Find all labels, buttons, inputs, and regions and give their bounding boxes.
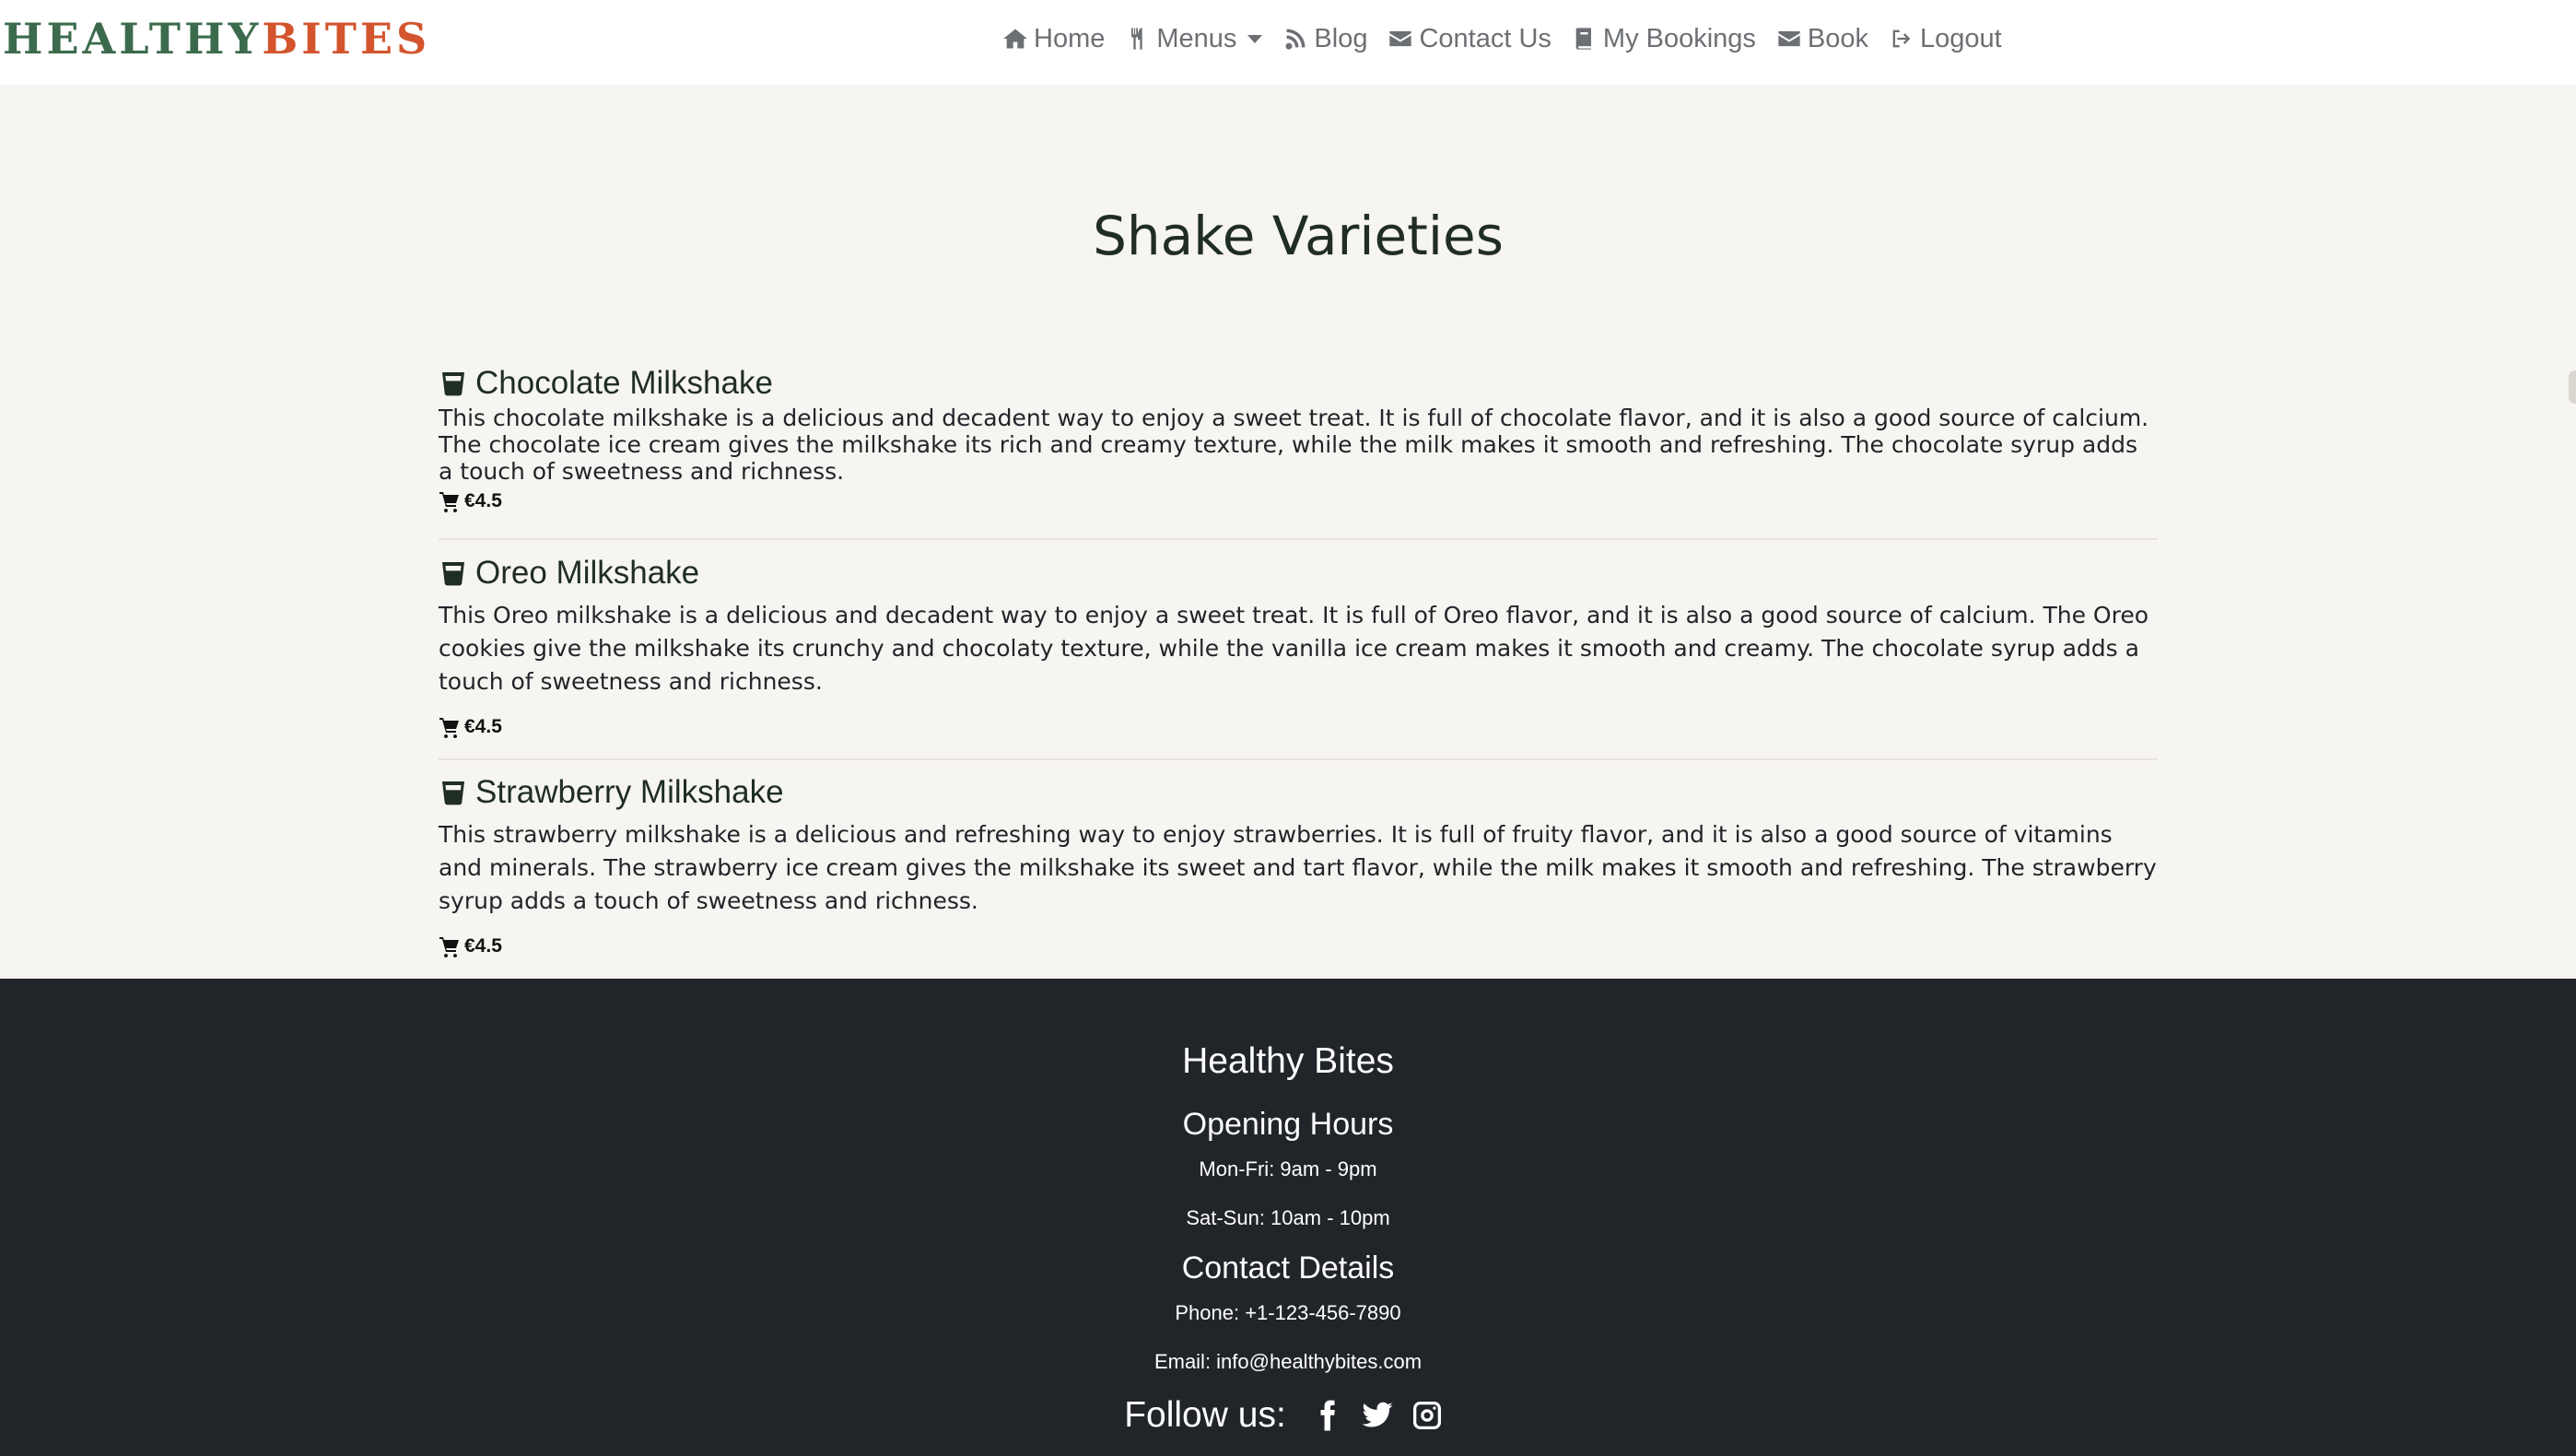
item-divider bbox=[439, 538, 2158, 540]
cart-icon bbox=[439, 937, 459, 957]
contact-email: Email: info@healthybites.com bbox=[1153, 1350, 1423, 1373]
menu-item: Oreo Milkshake This Oreo milkshake is a … bbox=[439, 553, 2158, 741]
follow-us: Follow us: bbox=[0, 1395, 2576, 1436]
book-icon bbox=[1575, 28, 1591, 50]
menu-item-price: €4.5 bbox=[439, 487, 2158, 515]
item-divider bbox=[439, 758, 2158, 760]
nav-book[interactable]: Book bbox=[1776, 13, 1868, 65]
sign-out-icon bbox=[1892, 29, 1911, 48]
follow-us-label: Follow us: bbox=[1124, 1395, 1286, 1435]
chevron-down-icon bbox=[1247, 34, 1263, 43]
price-value: €4.5 bbox=[464, 716, 502, 737]
main-nav: Home Menus Blog Contact Us My Bookings B… bbox=[1002, 13, 2022, 65]
envelope-icon bbox=[1389, 30, 1412, 47]
glass-icon bbox=[442, 781, 464, 805]
menu-item: Strawberry Milkshake This strawberry mil… bbox=[439, 772, 2158, 960]
home-icon bbox=[1003, 29, 1027, 49]
menu-item-header: Strawberry Milkshake bbox=[439, 772, 2158, 813]
menu-item-price: €4.5 bbox=[439, 713, 2158, 741]
hours-weekday: Mon-Fri: 9am - 9pm bbox=[1199, 1157, 1377, 1180]
blog-icon bbox=[1285, 29, 1306, 50]
instagram-icon[interactable] bbox=[1411, 1399, 1444, 1432]
facebook-icon[interactable] bbox=[1311, 1399, 1344, 1432]
menu-item-name: Oreo Milkshake bbox=[475, 555, 700, 591]
nav-home-label: Home bbox=[1034, 23, 1106, 53]
glass-icon bbox=[442, 562, 464, 586]
brand-part-bites: BITES bbox=[262, 14, 431, 64]
nav-blog[interactable]: Blog bbox=[1282, 13, 1367, 65]
twitter-icon[interactable] bbox=[1361, 1399, 1394, 1432]
footer-title: Healthy Bites bbox=[1182, 1041, 1394, 1081]
menu-item-name: Strawberry Milkshake bbox=[475, 774, 784, 810]
hours-weekend: Sat-Sun: 10am - 10pm bbox=[1186, 1206, 1390, 1229]
nav-book-label: Book bbox=[1807, 23, 1869, 53]
contact-phone: Phone: +1-123-456-7890 bbox=[1175, 1301, 1401, 1324]
nav-contact[interactable]: Contact Us bbox=[1388, 13, 1551, 65]
menu-item-header: Oreo Milkshake bbox=[439, 553, 2158, 593]
glass-icon bbox=[442, 372, 464, 396]
navbar: HEALTHYBITES Home Menus Blog Contact Us … bbox=[0, 0, 2576, 85]
menu-item-description: This chocolate milkshake is a delicious … bbox=[439, 405, 2149, 485]
nav-menus-dropdown[interactable]: Menus bbox=[1125, 13, 1263, 65]
nav-home[interactable]: Home bbox=[1002, 13, 1105, 65]
envelope-icon bbox=[1778, 30, 1800, 47]
nav-contact-label: Contact Us bbox=[1419, 23, 1551, 53]
cart-icon bbox=[439, 492, 459, 512]
contact-details-heading: Contact Details bbox=[1181, 1251, 1395, 1286]
nav-my-bookings[interactable]: My Bookings bbox=[1572, 13, 1756, 65]
menu-item-header: Chocolate Milkshake bbox=[439, 363, 2158, 404]
price-value: €4.5 bbox=[464, 935, 502, 957]
cart-icon bbox=[439, 718, 459, 738]
footer: Healthy Bites Opening Hours Mon-Fri: 9am… bbox=[0, 979, 2576, 1456]
page-title: Shake Varieties bbox=[1093, 205, 1504, 267]
nav-blog-label: Blog bbox=[1314, 23, 1368, 53]
menu-item-description: This strawberry milkshake is a delicious… bbox=[439, 821, 2157, 914]
brand-logo[interactable]: HEALTHYBITES bbox=[3, 9, 430, 68]
nav-logout-label: Logout bbox=[1920, 23, 2002, 53]
opening-hours-heading: Opening Hours bbox=[1182, 1107, 1394, 1142]
nav-my-bookings-label: My Bookings bbox=[1602, 23, 1756, 53]
scroll-handle[interactable] bbox=[2569, 370, 2576, 404]
menu-item-name: Chocolate Milkshake bbox=[475, 365, 773, 401]
nav-logout[interactable]: Logout bbox=[1889, 13, 2002, 65]
menu-item: Chocolate Milkshake This chocolate milks… bbox=[439, 363, 2158, 515]
brand-part-healthy: HEALTHY bbox=[3, 14, 263, 64]
nav-menus-label: Menus bbox=[1156, 23, 1237, 53]
menu-item-description: This Oreo milkshake is a delicious and d… bbox=[439, 602, 2149, 695]
utensils-icon bbox=[1131, 28, 1143, 50]
menu-item-price: €4.5 bbox=[439, 933, 2158, 960]
price-value: €4.5 bbox=[464, 490, 502, 511]
